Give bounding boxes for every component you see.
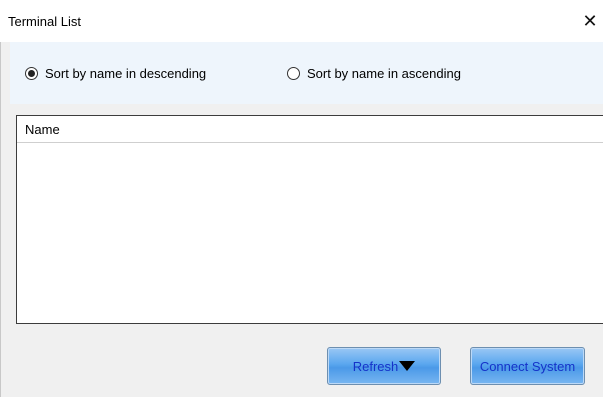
title-bar: Terminal List ✕ [0, 0, 603, 42]
sort-ascending-option[interactable]: Sort by name in ascending [287, 66, 461, 81]
sort-ascending-label[interactable]: Sort by name in ascending [307, 66, 461, 81]
refresh-button[interactable]: Refresh [327, 347, 441, 385]
radio-dot [28, 70, 35, 77]
dropdown-triangle-icon [399, 361, 416, 371]
terminal-list-dialog: Terminal List ✕ Sort by name in descendi… [0, 0, 603, 397]
radio-selected-icon[interactable] [25, 67, 38, 80]
sort-descending-label[interactable]: Sort by name in descending [45, 66, 206, 81]
connect-system-button-label: Connect System [479, 358, 576, 374]
close-icon[interactable]: ✕ [579, 8, 601, 34]
window-border [0, 42, 1, 397]
sort-descending-option[interactable]: Sort by name in descending [25, 66, 206, 81]
refresh-button-label: Refresh [352, 358, 399, 374]
list-header: Name [17, 116, 603, 143]
terminal-list[interactable]: Name [16, 115, 603, 324]
connect-system-button[interactable]: Connect System [470, 347, 585, 385]
sort-options-panel: Sort by name in descending Sort by name … [10, 42, 603, 104]
window-title: Terminal List [8, 14, 81, 29]
radio-unselected-icon[interactable] [287, 67, 300, 80]
column-header-name[interactable]: Name [25, 122, 60, 137]
